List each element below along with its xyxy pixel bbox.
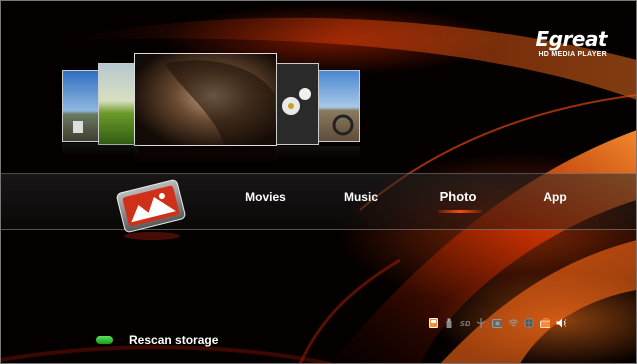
- carousel-reflection: [134, 147, 277, 171]
- brand-logo: Egreat HD MEDIA PLAYER: [535, 27, 608, 59]
- hdd-icon: [492, 318, 502, 328]
- status-bar: SD: [428, 318, 566, 328]
- flowers-photo[interactable]: [276, 63, 319, 145]
- woman-portrait-photo[interactable]: [134, 53, 277, 146]
- landscape-person-photo[interactable]: [62, 70, 102, 142]
- menu-item-music[interactable]: Music: [343, 190, 379, 204]
- green-key-icon: [96, 336, 113, 344]
- menu-item-movies[interactable]: Movies: [243, 190, 288, 204]
- menu-item-app[interactable]: App: [541, 190, 569, 204]
- carousel-reflection: [276, 146, 360, 164]
- rescan-storage-hint[interactable]: Rescan storage: [129, 333, 218, 347]
- motorcycle-photo[interactable]: [318, 70, 360, 142]
- wifi-icon: [508, 318, 518, 328]
- home-screen: Egreat HD MEDIA PLAYER Movies Music Phot…: [0, 0, 637, 364]
- sd-card-slot-icon: SD: [460, 318, 470, 328]
- network-globe-icon: [524, 318, 534, 328]
- photo-app-icon[interactable]: [112, 176, 190, 242]
- brand-tagline: HD MEDIA PLAYER: [538, 51, 607, 58]
- svg-text:SD: SD: [460, 320, 470, 327]
- carousel-reflection: [62, 143, 138, 161]
- usb-stick-icon: [444, 318, 454, 328]
- usb-icon: [476, 318, 486, 328]
- menu-item-photo[interactable]: Photo: [436, 189, 480, 204]
- brand-name: Egreat: [535, 27, 608, 51]
- ir-remote-icon: [540, 318, 550, 328]
- volume-icon: [556, 318, 566, 328]
- sd-card-icon: [428, 318, 438, 328]
- green-field-photo[interactable]: [98, 63, 138, 145]
- selection-indicator: [438, 210, 482, 213]
